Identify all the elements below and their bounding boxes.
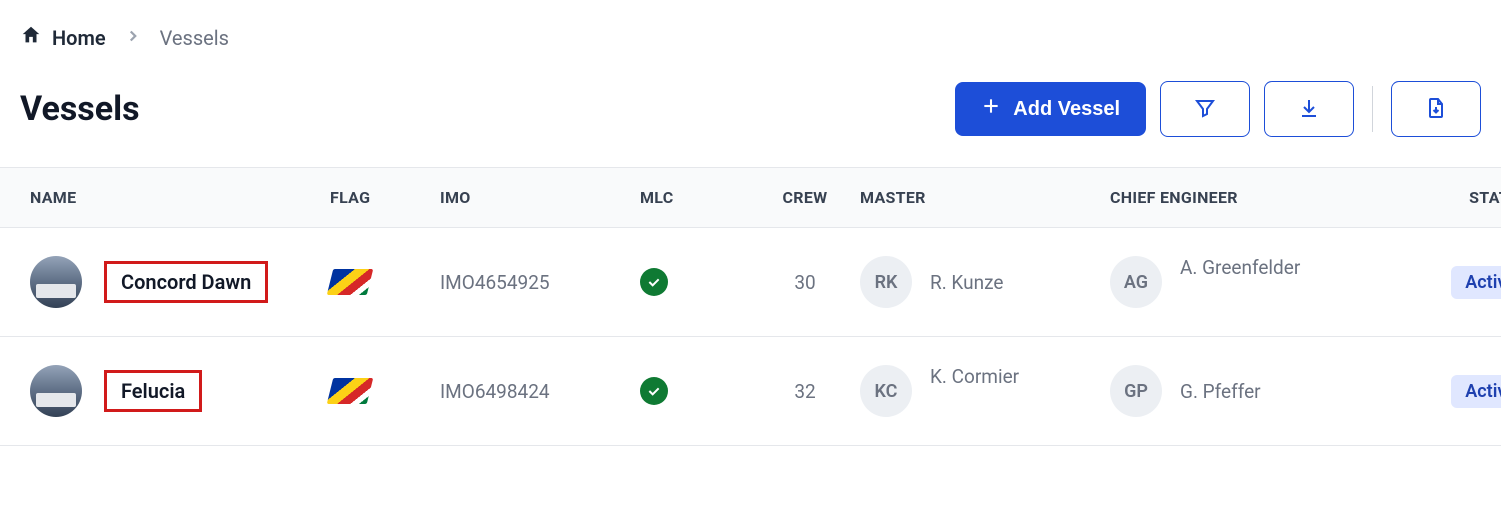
vessel-avatar xyxy=(30,256,82,308)
table-header: NAME FLAG IMO MLC CREW MASTER CHIEF ENGI… xyxy=(0,167,1501,228)
home-icon xyxy=(20,24,42,51)
check-circle-icon xyxy=(640,268,668,296)
chief-cell: GP G. Pfeffer xyxy=(1110,365,1400,417)
plus-icon xyxy=(981,96,1001,122)
filter-button[interactable] xyxy=(1160,81,1250,137)
chief-name: A. Greenfelder xyxy=(1180,256,1300,279)
table-row[interactable]: Felucia IMO6498424 32 KC K. Cormier GP G… xyxy=(0,337,1501,446)
crew-cell: 30 xyxy=(750,271,860,294)
breadcrumb-current: Vessels xyxy=(160,26,229,50)
vessel-name[interactable]: Concord Dawn xyxy=(104,261,268,303)
imo-cell: IMO4654925 xyxy=(440,271,640,294)
col-master[interactable]: MASTER xyxy=(860,188,1110,207)
flag-cell xyxy=(330,378,440,404)
col-chief[interactable]: CHIEF ENGINEER xyxy=(1110,188,1400,207)
filter-icon xyxy=(1193,96,1217,123)
master-name: R. Kunze xyxy=(930,271,1003,294)
master-name: K. Cormier xyxy=(930,365,1019,388)
avatar: RK xyxy=(860,256,912,308)
actions-divider xyxy=(1372,86,1373,132)
seychelles-flag-icon xyxy=(327,269,373,295)
check-circle-icon xyxy=(640,377,668,405)
master-cell: KC K. Cormier xyxy=(860,365,1110,417)
seychelles-flag-icon xyxy=(327,378,373,404)
table-row[interactable]: Concord Dawn IMO4654925 30 RK R. Kunze A… xyxy=(0,228,1501,337)
download-icon xyxy=(1297,96,1321,123)
add-vessel-button[interactable]: Add Vessel xyxy=(955,82,1146,136)
mlc-cell xyxy=(640,268,750,296)
header-row: Vessels Add Vessel xyxy=(0,61,1501,167)
status-cell: Active xyxy=(1400,375,1501,408)
page-title: Vessels xyxy=(20,89,140,129)
status-cell: Active xyxy=(1400,266,1501,299)
col-imo[interactable]: IMO xyxy=(440,188,640,207)
col-mlc[interactable]: MLC xyxy=(640,188,750,207)
breadcrumb: Home Vessels xyxy=(0,0,1501,61)
avatar: GP xyxy=(1110,365,1162,417)
crew-cell: 32 xyxy=(750,380,860,403)
imo-cell: IMO6498424 xyxy=(440,380,640,403)
download-button[interactable] xyxy=(1264,81,1354,137)
actions-bar: Add Vessel xyxy=(955,81,1481,137)
file-download-icon xyxy=(1424,96,1448,123)
name-cell: Concord Dawn xyxy=(30,256,330,308)
col-crew[interactable]: CREW xyxy=(750,188,860,207)
breadcrumb-home-label: Home xyxy=(52,26,106,50)
export-file-button[interactable] xyxy=(1391,81,1481,137)
add-vessel-label: Add Vessel xyxy=(1013,98,1120,121)
chevron-right-icon xyxy=(124,26,142,50)
breadcrumb-home-link[interactable]: Home xyxy=(20,24,106,51)
vessel-name[interactable]: Felucia xyxy=(104,370,202,412)
avatar: AG xyxy=(1110,256,1162,308)
status-badge: Active xyxy=(1451,266,1501,299)
chief-cell: AG A. Greenfelder xyxy=(1110,256,1400,308)
name-cell: Felucia xyxy=(30,365,330,417)
vessels-table: NAME FLAG IMO MLC CREW MASTER CHIEF ENGI… xyxy=(0,167,1501,446)
status-badge: Active xyxy=(1451,375,1501,408)
col-name[interactable]: NAME xyxy=(30,188,330,207)
avatar: KC xyxy=(860,365,912,417)
flag-cell xyxy=(330,269,440,295)
col-status[interactable]: STATUS xyxy=(1400,188,1501,207)
col-flag[interactable]: FLAG xyxy=(330,188,440,207)
mlc-cell xyxy=(640,377,750,405)
master-cell: RK R. Kunze xyxy=(860,256,1110,308)
vessel-avatar xyxy=(30,365,82,417)
chief-name: G. Pfeffer xyxy=(1180,380,1261,403)
